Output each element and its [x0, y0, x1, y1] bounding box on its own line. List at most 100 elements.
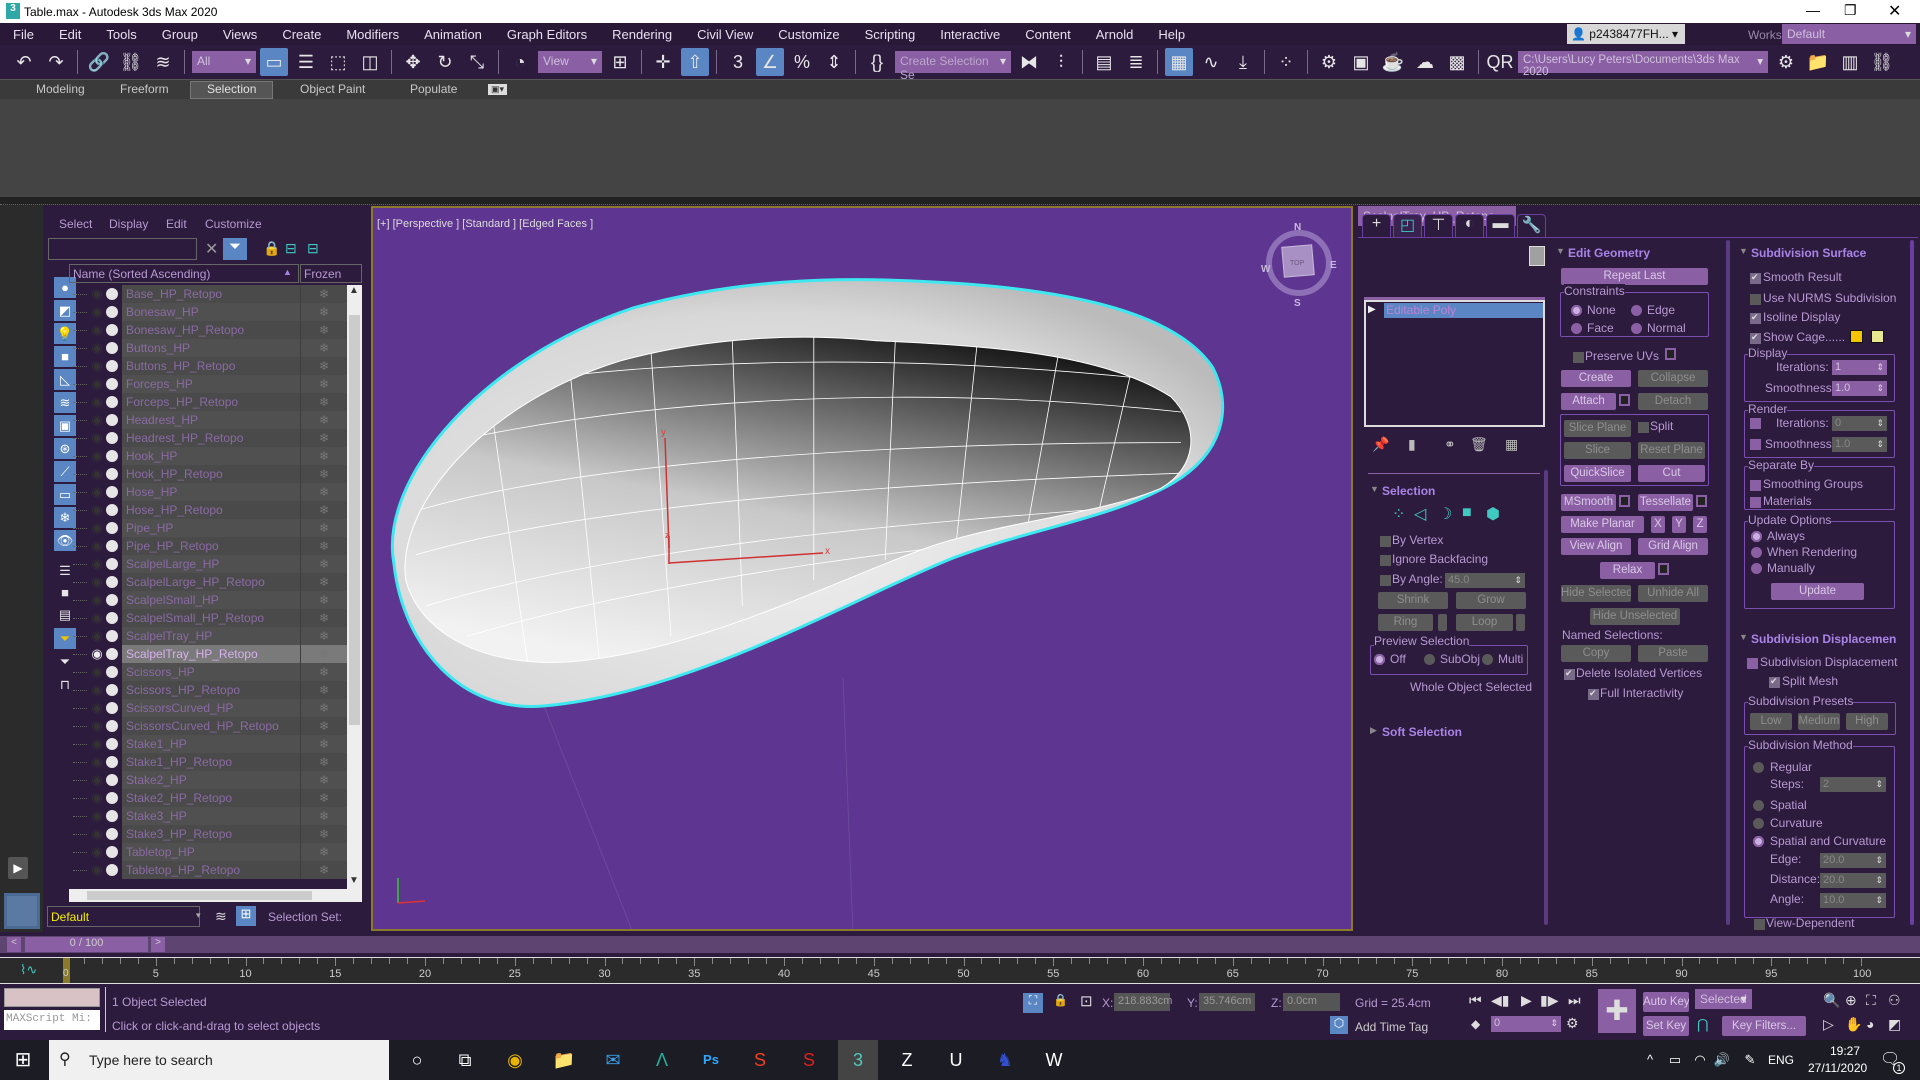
- set-keys-icon[interactable]: ✚: [1598, 989, 1636, 1033]
- render-toggle-icon[interactable]: [106, 666, 118, 678]
- autodesk-taskbar-icon[interactable]: Λ: [649, 1048, 675, 1072]
- render-iterations-spinner[interactable]: 0: [1832, 416, 1887, 431]
- zoom-icon[interactable]: 🔍: [1823, 992, 1840, 1009]
- list-item[interactable]: ◉ ScalpelSmall_HP_Retopo ❄: [69, 609, 347, 627]
- view-align-button[interactable]: View Align: [1561, 538, 1631, 555]
- view-dependent-checkbox[interactable]: [1754, 919, 1765, 930]
- clock-date[interactable]: 27/11/2020: [1808, 1061, 1867, 1075]
- tab-display-icon[interactable]: ▬: [1486, 214, 1515, 237]
- column-header-name[interactable]: Name (Sorted Ascending): [69, 264, 299, 283]
- cage-selection-color-swatch[interactable]: [1871, 330, 1884, 343]
- schematic-icon[interactable]: ⤓: [1229, 48, 1257, 76]
- list-item[interactable]: ◉ Stake2_HP ❄: [69, 771, 347, 789]
- curve-editor-icon[interactable]: ⌇∿: [20, 962, 37, 978]
- place-icon[interactable]: ◔: [506, 48, 534, 76]
- list-item[interactable]: ◉ Pipe_HP_Retopo ❄: [69, 537, 347, 555]
- make-planar-button[interactable]: Make Planar: [1561, 516, 1644, 533]
- render-cloud-icon[interactable]: ☁: [1411, 48, 1439, 76]
- reference-coordinate-dropdown[interactable]: View: [538, 51, 602, 73]
- object-color-swatch[interactable]: [1529, 246, 1545, 266]
- hierarchy-icon[interactable]: ⊞: [236, 906, 256, 926]
- go-to-end-icon[interactable]: ⏭: [1568, 992, 1581, 1009]
- key-mode-icon[interactable]: ◆: [1471, 1017, 1480, 1031]
- visibility-eye-icon[interactable]: ◉: [89, 502, 105, 518]
- freeze-icon[interactable]: ❄: [300, 411, 347, 429]
- key-filters-button[interactable]: Key Filters...: [1722, 1016, 1806, 1036]
- menu-civil-view[interactable]: Civil View: [697, 27, 753, 42]
- select-by-name-icon[interactable]: ☰: [292, 48, 320, 76]
- mail-taskbar-icon[interactable]: ✉: [600, 1048, 626, 1072]
- tessellate-settings-icon[interactable]: [1696, 495, 1707, 507]
- visibility-eye-icon[interactable]: ◉: [89, 322, 105, 338]
- shrink-button[interactable]: Shrink: [1378, 592, 1448, 609]
- spinner-snap-icon[interactable]: ⇕: [820, 48, 848, 76]
- distance-spinner[interactable]: 20.0: [1820, 873, 1886, 888]
- freeze-icon[interactable]: ❄: [300, 501, 347, 519]
- maxscript-listener-input[interactable]: MAXScript Mi:: [4, 1010, 100, 1030]
- menu-create[interactable]: Create: [282, 27, 321, 42]
- edit-geometry-rollout-header[interactable]: Edit Geometry: [1568, 246, 1650, 260]
- key-mode-dropdown[interactable]: Selected: [1695, 989, 1752, 1009]
- menu-arnold[interactable]: Arnold: [1096, 27, 1134, 42]
- list-item[interactable]: ◉ Headrest_HP ❄: [69, 411, 347, 429]
- display-smoothness-spinner[interactable]: 1.0: [1832, 381, 1887, 396]
- freeze-icon[interactable]: ❄: [300, 645, 347, 663]
- minimize-icon[interactable]: —: [1806, 2, 1820, 18]
- planar-z-button[interactable]: Z: [1693, 516, 1707, 533]
- preserve-uvs-checkbox[interactable]: [1573, 352, 1584, 363]
- render-toggle-icon[interactable]: [106, 702, 118, 714]
- materials-checkbox[interactable]: [1750, 497, 1761, 508]
- copy-button[interactable]: Copy: [1561, 645, 1631, 662]
- spatial-radio[interactable]: [1753, 800, 1764, 811]
- project-folder-icon[interactable]: 📁: [1804, 48, 1832, 76]
- qr-code-icon[interactable]: QR: [1486, 48, 1514, 76]
- freeze-icon[interactable]: ❄: [300, 465, 347, 483]
- element-mode-icon[interactable]: ⬢: [1486, 504, 1500, 524]
- visibility-eye-icon[interactable]: ◉: [89, 718, 105, 734]
- align-icon[interactable]: ⫶: [1047, 48, 1075, 76]
- isoline-display-checkbox[interactable]: [1750, 312, 1761, 324]
- toggle-ribbon-icon[interactable]: ▦: [1165, 48, 1193, 76]
- preset-medium-button[interactable]: Medium: [1798, 713, 1840, 730]
- column-header-frozen[interactable]: Frozen: [300, 264, 362, 283]
- visibility-eye-icon[interactable]: ◉: [89, 646, 105, 662]
- menu-graph-editors[interactable]: Graph Editors: [507, 27, 587, 42]
- menu-scripting[interactable]: Scripting: [865, 27, 916, 42]
- list-item[interactable]: ◉ ScalpelSmall_HP ❄: [69, 591, 347, 609]
- freeze-icon[interactable]: ❄: [300, 753, 347, 771]
- list-item[interactable]: ◉ Stake1_HP_Retopo ❄: [69, 753, 347, 771]
- play-icon[interactable]: ▶: [1521, 992, 1532, 1009]
- freeze-icon[interactable]: ❄: [300, 447, 347, 465]
- constraint-face-radio[interactable]: [1571, 323, 1582, 334]
- list-item[interactable]: ◉ Forceps_HP_Retopo ❄: [69, 393, 347, 411]
- soft-selection-rollout-header[interactable]: Soft Selection: [1382, 725, 1462, 739]
- freeze-icon[interactable]: ❄: [300, 825, 347, 843]
- tab-motion-icon[interactable]: ◐: [1455, 214, 1484, 237]
- list-item[interactable]: ◉ Stake2_HP_Retopo ❄: [69, 789, 347, 807]
- list-item[interactable]: ◉ ScalpelLarge_HP ❄: [69, 555, 347, 573]
- visibility-eye-icon[interactable]: ◉: [89, 790, 105, 806]
- menu-content[interactable]: Content: [1025, 27, 1071, 42]
- slice-button[interactable]: Slice: [1564, 442, 1631, 459]
- unhide-all-button[interactable]: Unhide All: [1638, 585, 1708, 602]
- cage-color-swatch[interactable]: [1850, 330, 1863, 343]
- render-toggle-icon[interactable]: [106, 846, 118, 858]
- hide-selected-button[interactable]: Hide Selected: [1561, 585, 1631, 602]
- time-slider-track[interactable]: < 0 / 100 >: [0, 936, 1920, 953]
- visibility-eye-icon[interactable]: ◉: [89, 466, 105, 482]
- visibility-eye-icon[interactable]: ◉: [89, 592, 105, 608]
- freeze-icon[interactable]: ❄: [300, 789, 347, 807]
- list-item[interactable]: ◉ ScalpelTray_HP_Retopo ❄: [69, 645, 347, 663]
- filter-icon[interactable]: ⏷: [223, 238, 247, 260]
- tab-modify-icon[interactable]: ◰: [1393, 214, 1422, 237]
- menu-tools[interactable]: Tools: [106, 27, 136, 42]
- collapse-button[interactable]: Collapse: [1638, 370, 1708, 387]
- relax-settings-icon[interactable]: [1658, 563, 1669, 575]
- update-manually-radio[interactable]: [1751, 563, 1762, 574]
- use-nurms-checkbox[interactable]: [1750, 294, 1761, 305]
- visibility-eye-icon[interactable]: ◉: [89, 304, 105, 320]
- select-manipulate-icon[interactable]: ✛: [649, 48, 677, 76]
- create-button[interactable]: Create: [1561, 370, 1631, 387]
- scroll-down-icon[interactable]: ▼: [349, 875, 359, 886]
- freeze-icon[interactable]: ❄: [300, 663, 347, 681]
